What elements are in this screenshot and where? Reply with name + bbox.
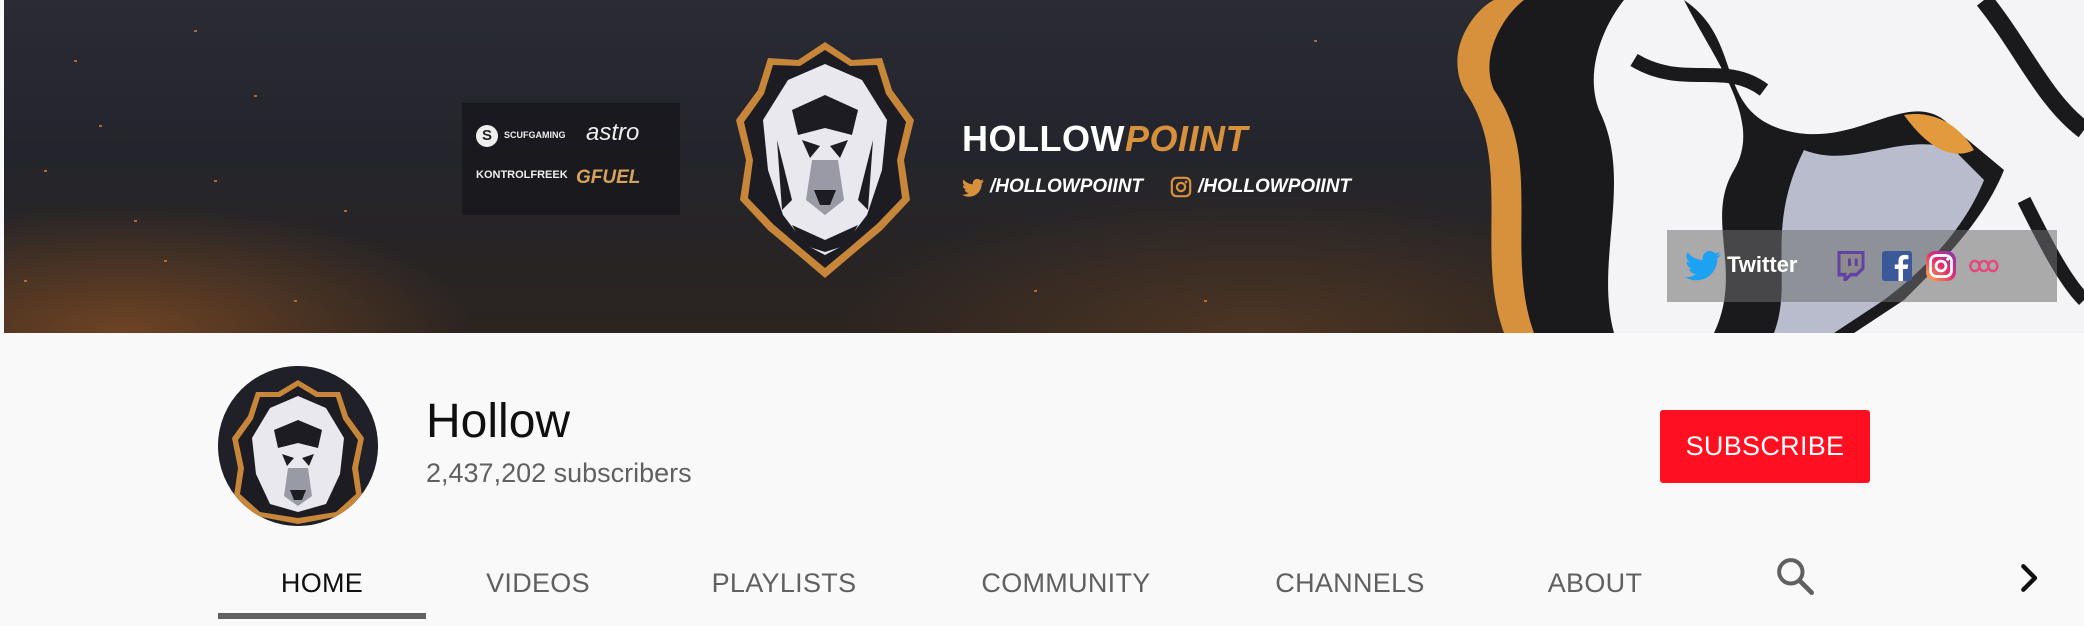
channel-name: Hollow <box>426 395 571 448</box>
twitter-handle: /HOLLOWPOIINT <box>990 176 1144 197</box>
scuf-icon: S <box>476 125 498 147</box>
sponsor-kontrolfreek: KONTROLFREEK <box>476 169 568 181</box>
brand-title-gold: POIINT <box>1124 118 1248 159</box>
active-tab-indicator <box>218 613 426 619</box>
search-icon[interactable] <box>1775 556 1815 596</box>
chevron-right-icon[interactable] <box>2016 558 2044 598</box>
tab-community[interactable]: COMMUNITY <box>960 540 1172 626</box>
channel-tabs: HOME VIDEOS PLAYLISTS COMMUNITY CHANNELS… <box>0 540 2084 626</box>
tab-videos[interactable]: VIDEOS <box>452 540 624 626</box>
twitch-icon[interactable] <box>1833 248 1869 284</box>
tab-about[interactable]: ABOUT <box>1530 540 1660 626</box>
channel-banner: S SCUFGAMING astro KONTROLFREEK GFUEL HO… <box>4 0 2084 333</box>
instagram-handle-icon <box>1170 176 1192 198</box>
instagram-icon[interactable] <box>1923 248 1959 284</box>
sponsor-scuf: SCUFGAMING <box>504 130 566 140</box>
banner-links: Twitter <box>1667 230 2057 302</box>
tab-channels[interactable]: CHANNELS <box>1250 540 1450 626</box>
twitter-handle-icon <box>962 178 984 197</box>
brand-title: HOLLOWPOIINT <box>962 118 1248 160</box>
brand-title-white: HOLLOW <box>962 118 1125 159</box>
sponsor-astro: astro <box>586 119 640 146</box>
teespring-icon[interactable] <box>1967 248 2003 284</box>
avatar[interactable] <box>218 366 378 526</box>
sponsor-gfuel: GFUEL <box>576 167 641 188</box>
instagram-handle: /HOLLOWPOIINT <box>1198 176 1352 197</box>
lion-logo <box>736 42 914 278</box>
sponsor-logos: S SCUFGAMING astro KONTROLFREEK GFUEL <box>462 103 680 215</box>
tab-playlists[interactable]: PLAYLISTS <box>690 540 878 626</box>
subscribe-button[interactable]: SUBSCRIBE <box>1660 410 1870 483</box>
lion-avatar-icon <box>218 366 378 526</box>
subscriber-count: 2,437,202 subscribers <box>426 458 692 488</box>
twitter-icon[interactable] <box>1685 248 1721 284</box>
facebook-icon[interactable] <box>1879 248 1915 284</box>
twitter-link-label[interactable]: Twitter <box>1727 252 1797 278</box>
